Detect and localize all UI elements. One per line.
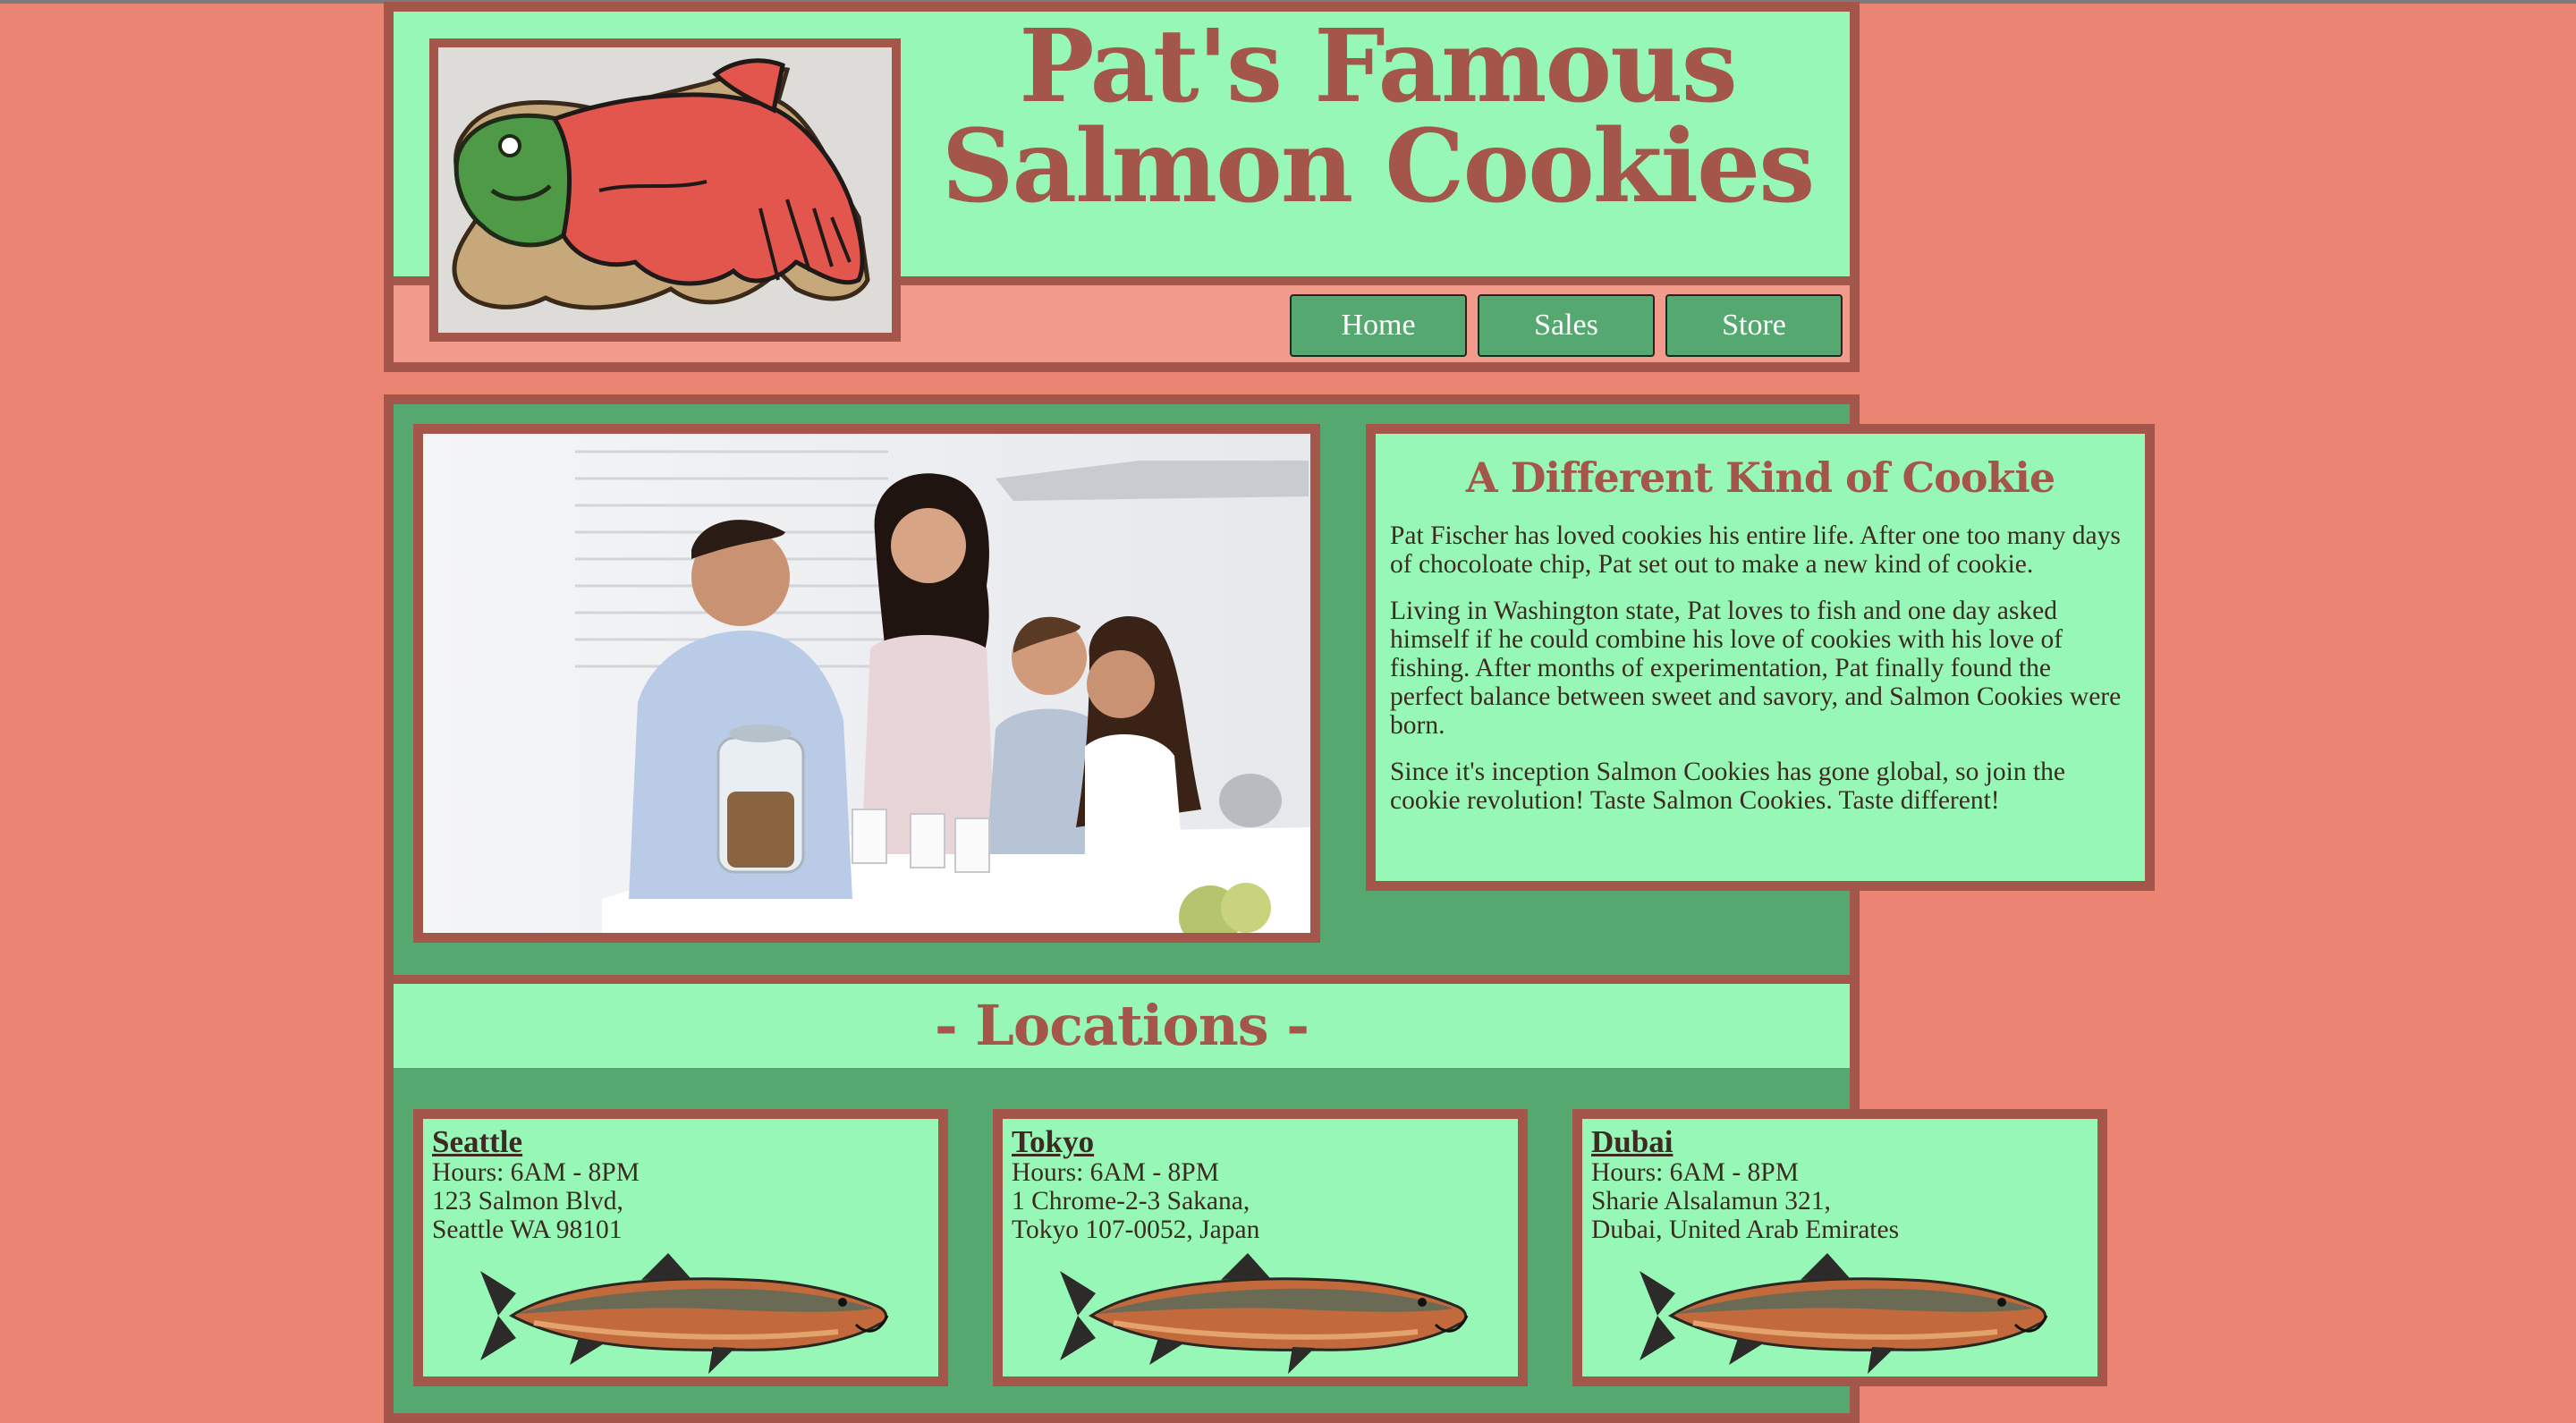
location-address-line1: 1 Chrome-2-3 Sakana, [1012, 1187, 1250, 1215]
location-hours: Hours: 6AM - 8PM [432, 1158, 640, 1187]
location-hours: Hours: 6AM - 8PM [1591, 1158, 1799, 1187]
nav-sales-button[interactable]: Sales [1478, 294, 1655, 357]
about-paragraph-2: Living in Washington state, Pat loves to… [1390, 597, 2122, 740]
about-panel: A Different Kind of Cookie Pat Fischer h… [1366, 424, 2155, 891]
locations-band: - Locations - [394, 975, 1850, 1068]
site-header: Pat's Famous Salmon Cookies Home Sales S… [384, 2, 1860, 372]
site-title: Pat's Famous Salmon Cookies [903, 17, 1852, 217]
location-address-line2: Tokyo 107-0052, Japan [1012, 1215, 1260, 1244]
location-hours: Hours: 6AM - 8PM [1012, 1158, 1219, 1187]
location-card-tokyo: Tokyo Hours: 6AM - 8PM 1 Chrome-2-3 Saka… [993, 1109, 1528, 1386]
about-heading: A Different Kind of Cookie [1465, 453, 2055, 502]
location-address-line1: Sharie Alsalamun 321, [1591, 1187, 1831, 1215]
location-city-link[interactable]: Dubai [1591, 1126, 2097, 1158]
location-address-line1: 123 Salmon Blvd, [432, 1187, 623, 1215]
salmon-cookie-icon [438, 47, 892, 333]
location-address-line2: Dubai, United Arab Emirates [1591, 1215, 1900, 1244]
location-city-link[interactable]: Seattle [432, 1126, 938, 1158]
family-photo-icon [423, 434, 1310, 933]
salmon-fish-icon [1640, 1253, 2048, 1374]
salmon-fish-icon [480, 1253, 889, 1374]
site-title-line2: Salmon Cookies [941, 108, 1816, 225]
about-paragraph-1: Pat Fischer has loved cookies his entire… [1390, 521, 2121, 579]
main-nav: Home Sales Store [1290, 294, 1843, 357]
location-city-link[interactable]: Tokyo [1012, 1126, 1518, 1158]
site-title-line1: Pat's Famous [1019, 8, 1738, 125]
salmon-cookie-logo [429, 38, 901, 342]
location-card-seattle: Seattle Hours: 6AM - 8PM 123 Salmon Blvd… [413, 1109, 948, 1386]
about-paragraph-3: Since it's inception Salmon Cookies has … [1390, 758, 2066, 815]
location-address-line2: Seattle WA 98101 [432, 1215, 623, 1244]
main-content: A Different Kind of Cookie Pat Fischer h… [384, 394, 2155, 1423]
locations-heading: - Locations - [934, 993, 1309, 1058]
family-photo [413, 424, 1320, 943]
salmon-fish-icon [1060, 1253, 1469, 1374]
location-card-dubai: Dubai Hours: 6AM - 8PM Sharie Alsalamun … [1572, 1109, 2107, 1386]
nav-home-button[interactable]: Home [1290, 294, 1467, 357]
nav-store-button[interactable]: Store [1665, 294, 1843, 357]
